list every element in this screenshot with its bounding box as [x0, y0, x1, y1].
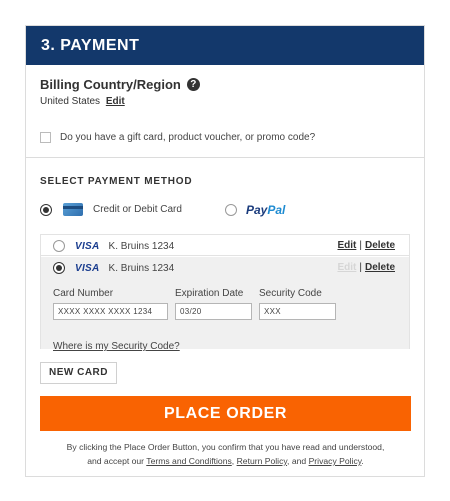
- security-code-input[interactable]: [259, 303, 336, 320]
- gift-card-option[interactable]: Do you have a gift card, product voucher…: [40, 132, 315, 143]
- question-circle-icon[interactable]: ?: [186, 78, 200, 91]
- card-radio[interactable]: [40, 203, 52, 216]
- place-order-button[interactable]: PLACE ORDER: [40, 396, 411, 431]
- saved-card-radio[interactable]: [53, 240, 65, 252]
- edit-country-link[interactable]: Edit: [106, 96, 125, 107]
- saved-card-info: VISA K. Bruins 1234: [53, 240, 174, 252]
- security-code-help-link[interactable]: Where is my Security Code?: [53, 341, 180, 352]
- payment-option-card[interactable]: Credit or Debit Card: [40, 203, 182, 216]
- edit-card-link: Edit: [337, 262, 357, 273]
- gift-card-checkbox[interactable]: [40, 132, 51, 143]
- card-number-input[interactable]: [53, 303, 168, 320]
- expiration-date-label: Expiration Date: [175, 288, 244, 299]
- saved-card-row[interactable]: VISA K. Bruins 1234 Edit | Delete: [41, 235, 409, 256]
- new-card-button[interactable]: NEW CARD: [40, 362, 117, 384]
- expiration-date-input[interactable]: [175, 303, 252, 320]
- card-holder: K. Bruins 1234: [108, 240, 175, 252]
- delete-card-link[interactable]: Delete: [365, 240, 395, 251]
- delete-card-link[interactable]: Delete: [365, 262, 395, 273]
- divider: [26, 157, 424, 158]
- visa-logo: VISA: [75, 262, 100, 274]
- edit-card-link[interactable]: Edit: [337, 240, 356, 251]
- credit-card-icon: [63, 203, 83, 216]
- visa-logo: VISA: [75, 240, 100, 252]
- terms-link[interactable]: Terms and Condiftions: [146, 456, 232, 466]
- section-header: 3. PAYMENT: [26, 26, 424, 65]
- link-separator: |: [359, 262, 362, 273]
- billing-country-label: Billing Country/Region: [40, 77, 181, 92]
- security-code-label: Security Code: [259, 288, 322, 299]
- paypal-radio[interactable]: [225, 204, 237, 216]
- selected-card-panel: VISA K. Bruins 1234 Edit | Delete Card Num…: [41, 257, 409, 352]
- payment-panel: 3. PAYMENT Billing Country/Region ? Unit…: [25, 25, 425, 477]
- card-option-label: Credit or Debit Card: [93, 204, 182, 215]
- billing-country-value: United States Edit: [40, 96, 125, 107]
- saved-cards-box: VISA K. Bruins 1234 Edit | Delete VISA K. …: [40, 234, 410, 352]
- privacy-policy-link[interactable]: Privacy Policy: [309, 456, 362, 466]
- card-holder: K. Bruins 1234: [108, 262, 175, 274]
- gift-card-label: Do you have a gift card, product voucher…: [60, 132, 316, 143]
- saved-card-radio[interactable]: [53, 262, 65, 274]
- disclaimer-line-1: By clicking the Place Order Button, you …: [66, 442, 385, 452]
- disclaimer-line-2: and accept our Terms and Condiftions, Re…: [87, 456, 364, 466]
- payment-option-paypal[interactable]: PayPal: [225, 203, 285, 217]
- select-payment-method-title: SELECT PAYMENT METHOD: [40, 176, 193, 187]
- disclaimer-text: By clicking the Place Order Button, you …: [40, 440, 411, 468]
- card-number-label: Card Number: [53, 288, 114, 299]
- card-actions: Edit | Delete: [337, 262, 395, 273]
- billing-country-title: Billing Country/Region ?: [40, 77, 200, 92]
- return-policy-link[interactable]: Return Policy: [237, 456, 287, 466]
- country-name: United States: [40, 96, 101, 107]
- saved-card-info: VISA K. Bruins 1234: [53, 262, 174, 274]
- card-actions: Edit | Delete: [337, 240, 395, 251]
- paypal-logo: PayPal: [246, 203, 286, 217]
- link-separator: |: [359, 240, 362, 251]
